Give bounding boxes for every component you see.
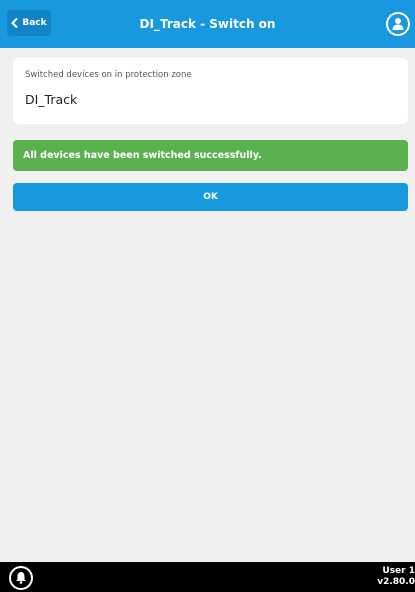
bell-icon (15, 569, 27, 588)
app-version: v2.80.0 (377, 577, 415, 587)
protection-zone-value: DI_Track (25, 92, 78, 107)
page-title: DI_Track - Switch on (139, 17, 276, 31)
protection-zone-label: Switched devices on in protection zone (25, 70, 192, 80)
back-button[interactable]: Back (7, 10, 51, 36)
success-message: All devices have been switched successfu… (13, 140, 408, 171)
app-header: Back DI_Track - Switch on (0, 0, 415, 48)
notifications-button[interactable] (9, 566, 33, 590)
back-button-label: Back (22, 18, 47, 28)
footer-info: User 1 v2.80.0 (377, 566, 415, 588)
user-icon (392, 15, 404, 34)
app-footer: User 1 v2.80.0 (0, 562, 415, 592)
user-menu-button[interactable] (386, 12, 410, 36)
chevron-left-icon (11, 18, 18, 28)
user-name: User 1 (382, 566, 415, 576)
ok-button[interactable]: OK (13, 183, 408, 211)
protection-zone-card: Switched devices on in protection zone D… (13, 58, 408, 124)
